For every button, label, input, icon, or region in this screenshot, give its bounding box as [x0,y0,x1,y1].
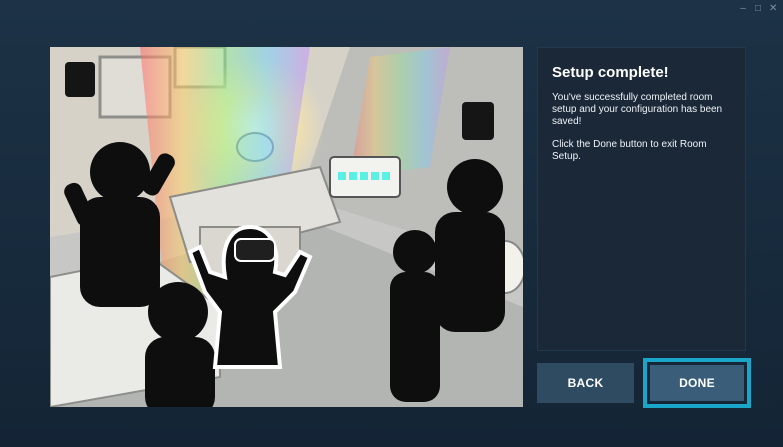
window-controls: – □ ✕ [739,3,777,15]
done-button[interactable]: DONE [650,365,744,401]
back-button[interactable]: BACK [537,363,634,403]
info-paragraph-success: You've successfully completed room setup… [552,92,723,127]
info-paragraph-instruction: Click the Done button to exit Room Setup… [552,139,707,162]
minimize-icon[interactable]: – [739,3,747,15]
room-setup-illustration [50,47,523,407]
info-title: Setup complete! [552,64,669,81]
maximize-icon[interactable]: □ [754,3,762,15]
room-illustration-svg [50,47,523,407]
info-panel: Setup complete! You've successfully comp… [537,47,746,351]
room-setup-window: – □ ✕ Setup complete! You've successfull… [0,0,783,447]
close-icon[interactable]: ✕ [769,3,777,15]
